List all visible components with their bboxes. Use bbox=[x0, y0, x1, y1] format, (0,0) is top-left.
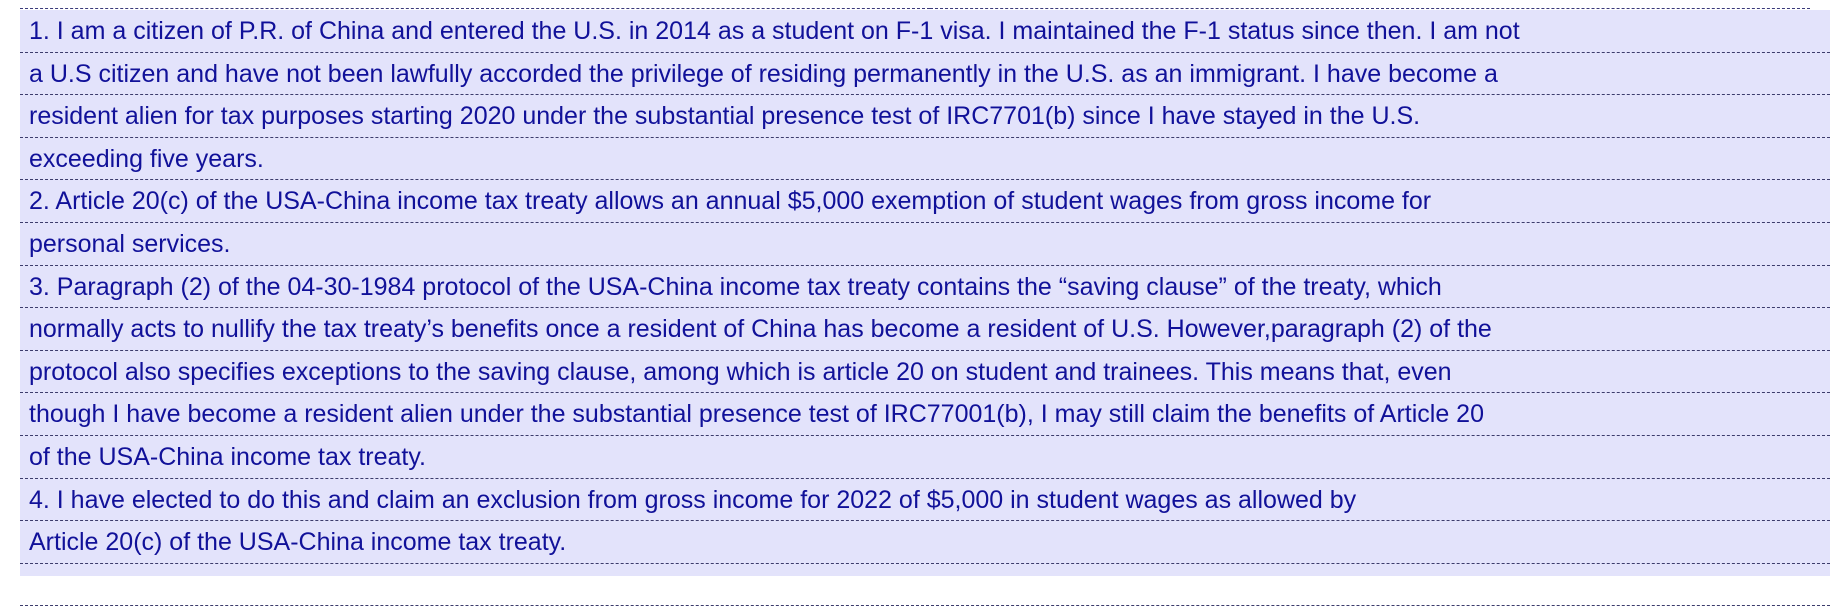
statement-line: 4. I have elected to do this and claim a… bbox=[20, 479, 1830, 522]
statement-text-field[interactable]: 1. I am a citizen of P.R. of China and e… bbox=[20, 10, 1830, 606]
statement-line: 2. Article 20(c) of the USA-China income… bbox=[20, 180, 1830, 223]
statement-line: 1. I am a citizen of P.R. of China and e… bbox=[20, 10, 1830, 53]
statement-line: a U.S citizen and have not been lawfully… bbox=[20, 53, 1830, 96]
statement-line: protocol also specifies exceptions to th… bbox=[20, 351, 1830, 394]
statement-line-empty bbox=[20, 564, 1830, 606]
statement-line: Article 20(c) of the USA-China income ta… bbox=[20, 521, 1830, 564]
statement-line: resident alien for tax purposes starting… bbox=[20, 95, 1830, 138]
statement-line: 3. Paragraph (2) of the 04-30-1984 proto… bbox=[20, 266, 1830, 309]
statement-line: of the USA-China income tax treaty. bbox=[20, 436, 1830, 479]
statement-line: personal services. bbox=[20, 223, 1830, 266]
previous-field-rule-right bbox=[930, 0, 1810, 9]
form-page: 1. I am a citizen of P.R. of China and e… bbox=[0, 0, 1830, 606]
statement-line: though I have become a resident alien un… bbox=[20, 393, 1830, 436]
statement-line: exceeding five years. bbox=[20, 138, 1830, 181]
previous-field-rule bbox=[20, 0, 930, 9]
statement-line: normally acts to nullify the tax treaty’… bbox=[20, 308, 1830, 351]
